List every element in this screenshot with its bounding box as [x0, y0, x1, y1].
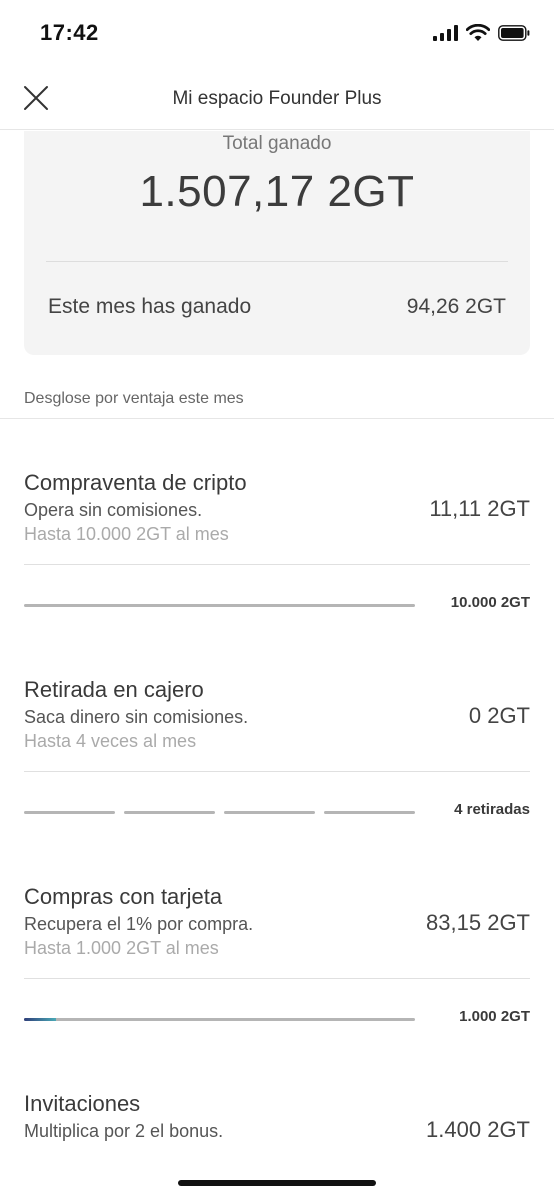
wifi-icon [466, 24, 490, 41]
benefit-invitations: Invitaciones Multiplica por 2 el bonus. … [0, 1091, 554, 1171]
benefit-cap: 1.000 2GT [459, 1008, 530, 1025]
benefit-description: Opera sin comisiones. [24, 500, 203, 520]
benefit-title: Invitaciones [24, 1091, 141, 1116]
benefit-crypto-trading: Compraventa de cripto Opera sin comision… [0, 470, 554, 620]
status-bar: 17:42 [0, 0, 554, 70]
benefit-value: 1.400 2GT [426, 1117, 530, 1142]
month-earned-value: 94,26 2GT [406, 295, 506, 318]
benefit-limit: Hasta 10.000 2GT al mes [24, 524, 229, 544]
cellular-signal-icon [433, 25, 458, 41]
month-earned-label: Este mes has ganado [48, 295, 252, 318]
progress-bar [24, 604, 415, 608]
progress-segment [24, 604, 415, 607]
benefit-description: Recupera el 1% por compra. [24, 914, 254, 934]
benefit-limit: Hasta 4 veces al mes [24, 731, 197, 751]
summary-card: Total ganado 1.507,17 2GT Este mes has g… [24, 131, 530, 355]
progress-bar [24, 1018, 415, 1022]
card-divider [46, 261, 508, 262]
benefit-cap: 10.000 2GT [450, 594, 530, 611]
progress-bar [24, 811, 415, 815]
benefit-description: Multiplica por 2 el bonus. [24, 1121, 224, 1141]
benefit-value: 83,15 2GT [426, 910, 530, 935]
progress-segment [324, 811, 415, 814]
benefit-divider [24, 771, 530, 772]
progress-segment [224, 811, 315, 814]
total-earned-label: Total ganado [222, 133, 332, 154]
total-earned-value: 1.507,17 2GT [139, 167, 415, 216]
progress-segment [24, 811, 115, 814]
status-icons [433, 24, 530, 42]
nav-header: Mi espacio Founder Plus [0, 70, 554, 130]
benefit-divider [24, 978, 530, 979]
progress-fill [24, 1018, 57, 1021]
benefit-value: 11,11 2GT [429, 496, 530, 521]
home-indicator[interactable] [178, 1180, 376, 1186]
benefit-title: Compraventa de cripto [24, 470, 247, 495]
benefit-title: Retirada en cajero [24, 677, 204, 702]
status-time: 17:42 [40, 20, 99, 45]
progress-segment [24, 1018, 415, 1021]
benefit-cap: 4 retiradas [454, 801, 530, 818]
page-title: Mi espacio Founder Plus [172, 88, 382, 109]
benefit-card-purchases: Compras con tarjeta Recupera el 1% por c… [0, 884, 554, 1034]
benefit-title: Compras con tarjeta [24, 884, 223, 909]
benefit-divider [24, 564, 530, 565]
benefit-description: Saca dinero sin comisiones. [24, 707, 249, 727]
benefit-limit: Hasta 1.000 2GT al mes [24, 938, 219, 958]
breakdown-label: Desglose por ventaja este mes [24, 390, 244, 407]
section-divider [0, 418, 554, 419]
benefit-atm-withdrawal: Retirada en cajero Saca dinero sin comis… [0, 677, 554, 827]
battery-icon [498, 25, 530, 41]
progress-segment [124, 811, 215, 814]
benefit-value: 0 2GT [468, 703, 530, 728]
